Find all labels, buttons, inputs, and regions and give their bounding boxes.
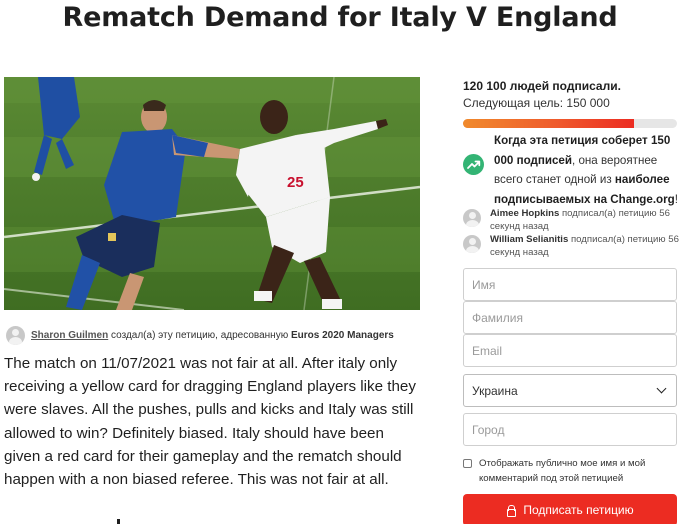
petition-starter: Sharon Guilmen создал(а) эту петицию, ад… (6, 325, 420, 345)
progress-fill (463, 119, 635, 128)
starter-action-text: создал(а) эту петицию, адресованную (111, 329, 289, 341)
signature-progress-bar (463, 119, 677, 128)
signature-count: 120 100 людей подписали. (463, 79, 621, 93)
starter-name-link[interactable]: Sharon Guilmen (31, 330, 108, 341)
sign-petition-label: Подписать петицию (523, 503, 634, 517)
signer-name: Aimee Hopkins (490, 208, 560, 219)
signer-avatar (463, 209, 481, 227)
trending-up-icon (463, 154, 484, 175)
trend-text-end: ! (674, 192, 678, 206)
petition-target: Euros 2020 Managers (291, 329, 394, 341)
signer-name: William Selianitis (490, 234, 569, 245)
football-photo: 25 (4, 77, 420, 310)
public-display-checkbox[interactable] (463, 459, 472, 468)
petition-description: The match on 11/07/2021 was not fair at … (4, 355, 416, 489)
signer-avatar (463, 235, 481, 253)
next-goal: Следующая цель: 150 000 (463, 96, 610, 110)
sign-petition-button[interactable]: Подписать петицию (463, 494, 677, 524)
country-select[interactable]: Украина (463, 374, 677, 407)
last-name-input[interactable] (463, 301, 677, 334)
starter-avatar (6, 325, 25, 345)
trending-message: Когда эта петиция соберет 150 000 подпис… (494, 131, 680, 209)
text-cursor (117, 519, 120, 524)
lock-icon (506, 505, 517, 517)
first-name-input[interactable] (463, 268, 677, 301)
chevron-down-icon (656, 383, 667, 394)
public-display-label: Отображать публично мое имя и мой коммен… (479, 458, 646, 484)
petition-image: 25 (4, 77, 420, 310)
trend-text-bold-1: Когда эта петиция соберет (494, 134, 648, 147)
petition-title: Rematch Demand for Italy V England (62, 2, 618, 33)
email-input[interactable] (463, 334, 677, 367)
city-input[interactable] (463, 413, 677, 446)
recent-signer: Aimee Hopkins подписал(а) петицию 56 сек… (463, 207, 680, 234)
public-display-consent[interactable]: Отображать публично мое имя и мой коммен… (463, 457, 679, 486)
svg-text:25: 25 (287, 174, 304, 191)
country-selected-value: Украина (472, 383, 518, 398)
recent-signer: William Selianitis подписал(а) петицию 5… (463, 233, 680, 260)
